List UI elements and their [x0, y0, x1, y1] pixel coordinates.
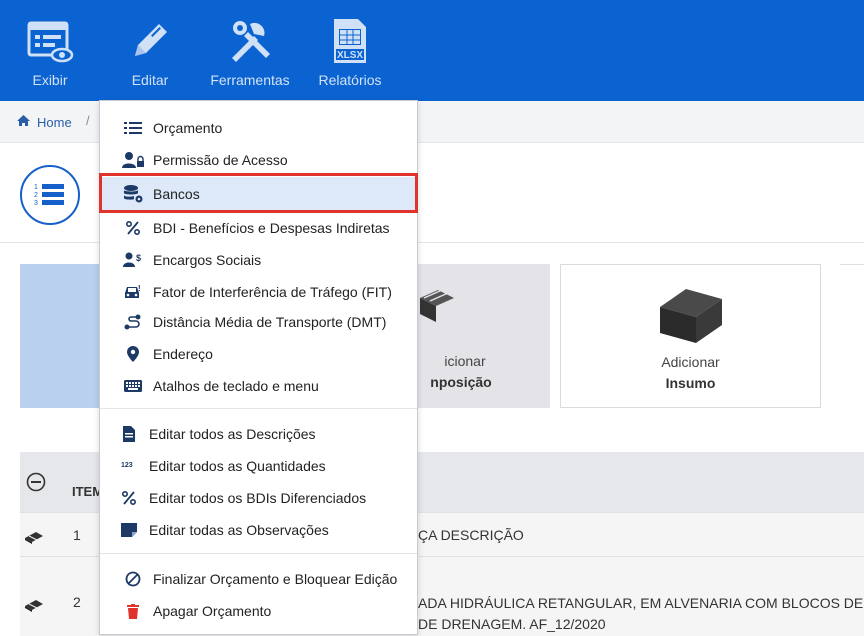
menu-item-label: Editar todos os BDIs Diferenciados [149, 490, 367, 506]
row-description-line2: DE DRENAGEM. AF_12/2020 [418, 616, 606, 632]
document-icon [118, 425, 140, 443]
menu-item-orcamento[interactable]: Orçamento [100, 113, 417, 143]
collapse-all-icon[interactable] [26, 472, 46, 497]
xlsx-file-icon: XLSX [323, 14, 377, 68]
toolbar-exibir-label: Exibir [32, 72, 68, 88]
toolbar-editar-label: Editar [131, 72, 169, 88]
toolbar-ferramentas-button[interactable]: Ferramentas [200, 14, 300, 94]
menu-item-editar-observacoes[interactable]: Editar todas as Observações [100, 515, 417, 545]
menu-item-label: Endereço [153, 346, 213, 362]
percent-icon [118, 489, 140, 507]
user-lock-icon [122, 151, 144, 169]
menu-item-editar-quantidades[interactable]: 123 Editar todos as Quantidades [100, 451, 417, 481]
menu-item-editar-bdis[interactable]: Editar todos os BDIs Diferenciados [100, 483, 417, 513]
trash-icon [122, 602, 144, 620]
row-description: ADA HIDRÁULICA RETANGULAR, EM ALVENARIA … [418, 595, 864, 611]
menu-item-label: Permissão de Acesso [153, 152, 288, 168]
svg-text:123: 123 [121, 462, 133, 469]
menu-item-label: Editar todas as Observações [149, 522, 329, 538]
add-insumo-line2: Insumo [665, 375, 716, 391]
svg-text:2: 2 [34, 192, 38, 199]
block-icon [658, 287, 724, 350]
menu-item-label: Editar todos as Descrições [149, 426, 316, 442]
row-description: ÇA DESCRIÇÃO [418, 527, 524, 543]
menu-item-encargos[interactable]: $ Encargos Sociais [100, 245, 417, 275]
card-edge [840, 264, 864, 408]
svg-text:1: 1 [34, 184, 38, 191]
svg-text:3: 3 [34, 200, 38, 207]
brick-wall-icon [416, 288, 456, 329]
ordered-list-icon: 1 2 3 [20, 165, 80, 225]
menu-item-label: Finalizar Orçamento e Bloquear Edição [153, 571, 398, 587]
row-item-number: 1 [73, 527, 81, 543]
toolbar-exibir-button[interactable]: Exibir [0, 14, 100, 94]
menu-item-label: Encargos Sociais [153, 252, 262, 268]
menu-item-atalhos[interactable]: Atalhos de teclado e menu [100, 371, 417, 401]
view-list-icon [23, 14, 77, 68]
menu-item-label: Orçamento [153, 120, 223, 136]
route-icon [122, 313, 144, 331]
home-icon [16, 114, 31, 130]
map-pin-icon [122, 345, 144, 363]
tools-icon [223, 14, 277, 68]
menu-item-bdi[interactable]: BDI - Benefícios e Despesas Indiretas [100, 213, 417, 243]
menu-item-endereco[interactable]: Endereço [100, 339, 417, 369]
add-insumo-card[interactable]: Adicionar Insumo [560, 264, 821, 408]
toolbar-ferramentas-label: Ferramentas [210, 72, 290, 88]
svg-text:XLSX: XLSX [337, 50, 363, 61]
row-item-number: 2 [73, 594, 81, 610]
breadcrumb-home-label: Home [37, 114, 72, 130]
svg-text:$: $ [136, 253, 141, 263]
menu-item-permissao[interactable]: Permissão de Acesso [100, 145, 417, 175]
breadcrumb-separator: / [86, 113, 90, 128]
add-insumo-line1: Adicionar [661, 354, 720, 370]
menu-item-label: Distância Média de Transporte (DMT) [153, 314, 387, 330]
menu-item-apagar[interactable]: Apagar Orçamento [100, 596, 417, 626]
menu-item-editar-descricoes[interactable]: Editar todos as Descrições [100, 419, 417, 449]
ban-icon [122, 570, 144, 588]
brick-icon [24, 530, 44, 549]
highlight-box [99, 173, 418, 213]
menu-divider [100, 408, 417, 409]
menu-item-fit[interactable]: ! Fator de Interferência de Tráfego (FIT… [100, 277, 417, 307]
numbers-icon: 123 [118, 457, 140, 475]
users-dollar-icon: $ [122, 251, 144, 269]
menu-item-label: BDI - Benefícios e Despesas Indiretas [153, 220, 390, 236]
add-composicao-card[interactable]: icionar nposição [400, 264, 550, 408]
note-icon [118, 521, 140, 539]
pencil-icon [123, 14, 177, 68]
menu-item-label: Apagar Orçamento [153, 603, 272, 619]
menu-item-label: Atalhos de teclado e menu [153, 378, 319, 394]
top-toolbar: Exibir Editar Ferramentas XLSX Relatório… [0, 0, 864, 101]
car-icon: ! [122, 283, 144, 301]
menu-item-dmt[interactable]: Distância Média de Transporte (DMT) [100, 307, 417, 337]
menu-divider [100, 553, 417, 554]
menu-item-label: Editar todos as Quantidades [149, 458, 326, 474]
percent-icon [122, 219, 144, 237]
svg-text:!: ! [138, 284, 141, 293]
menu-item-finalizar[interactable]: Finalizar Orçamento e Bloquear Edição [100, 564, 417, 594]
breadcrumb-home-link[interactable]: Home [16, 114, 72, 130]
brick-icon [24, 598, 44, 617]
menu-item-label: Fator de Interferência de Tráfego (FIT) [153, 284, 392, 300]
list-icon [122, 119, 144, 137]
keyboard-icon [122, 377, 144, 395]
toolbar-relatorios-label: Relatórios [318, 72, 382, 88]
toolbar-editar-button[interactable]: Editar [100, 14, 200, 94]
toolbar-relatorios-button[interactable]: XLSX Relatórios [300, 14, 400, 94]
